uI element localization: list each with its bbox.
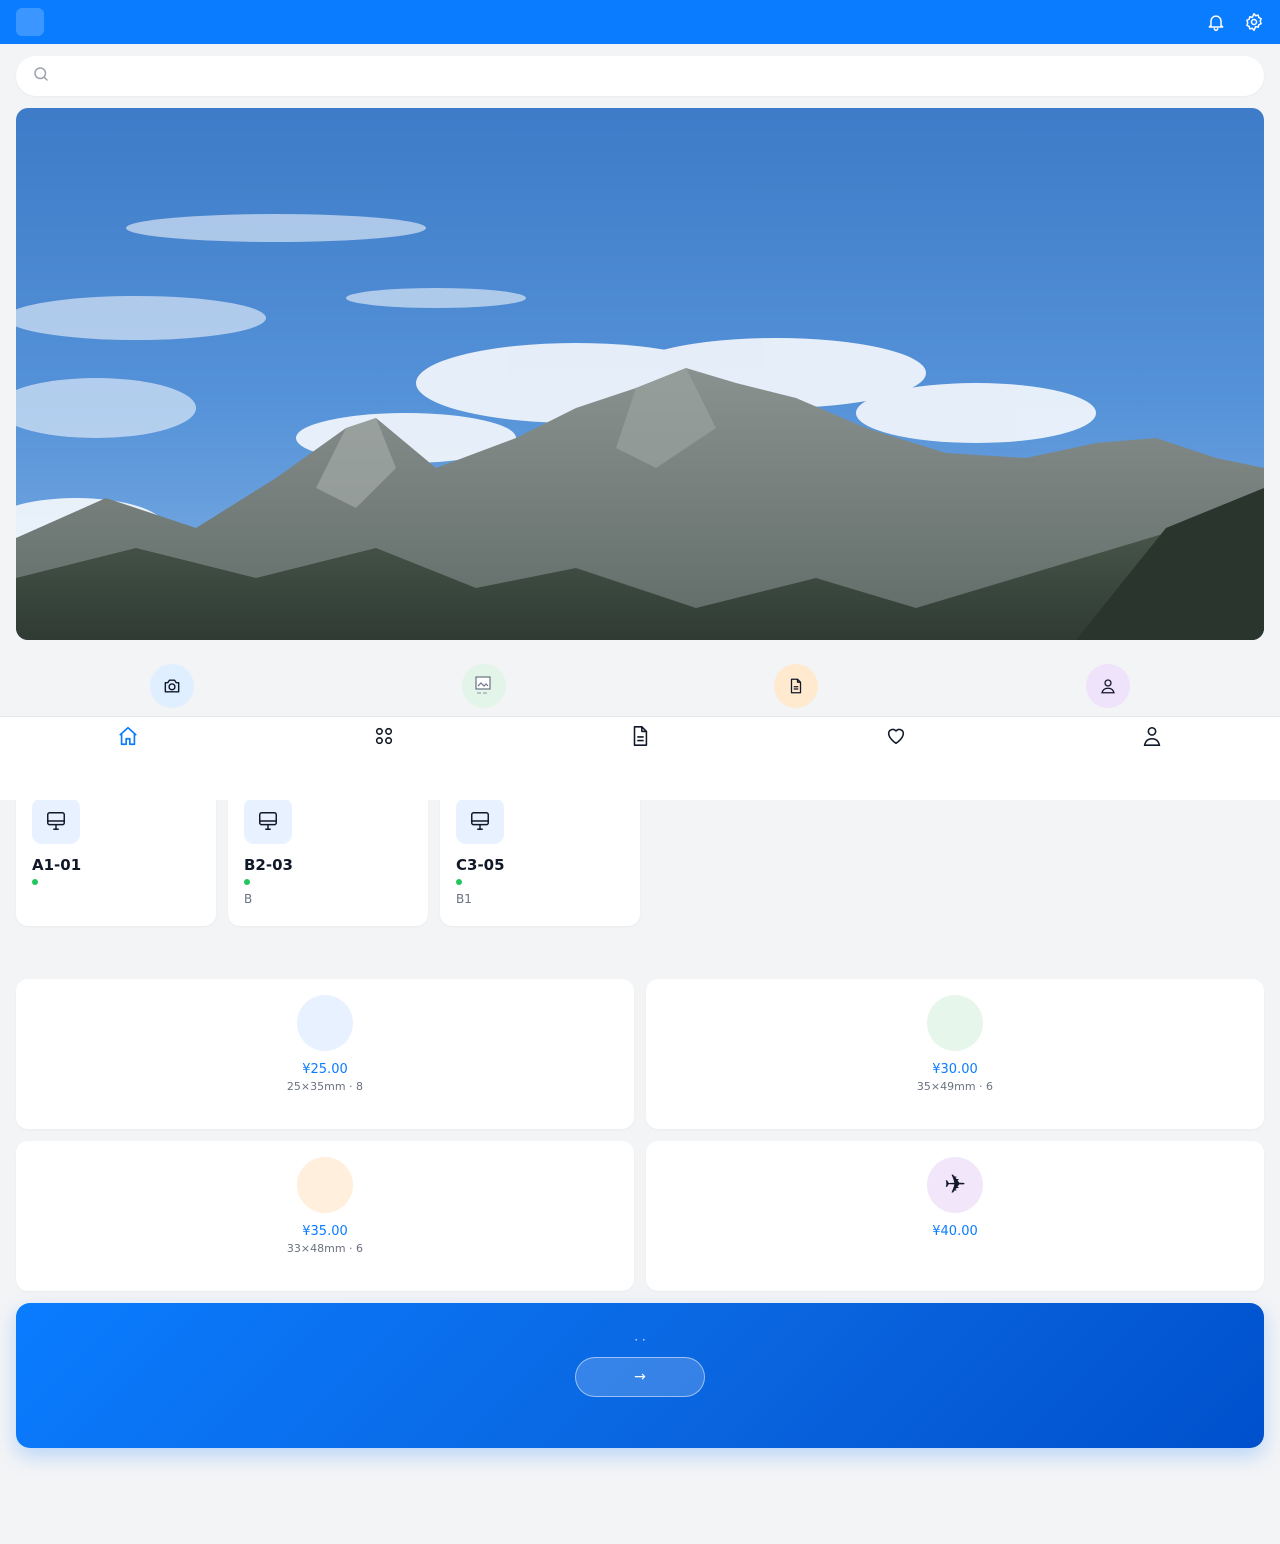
document-icon bbox=[633, 726, 648, 746]
studio-name: A1-01 bbox=[32, 856, 82, 874]
search-input[interactable] bbox=[60, 68, 1240, 84]
studio-name: B2-03 bbox=[244, 856, 293, 874]
bottom-tab-bar bbox=[0, 716, 1280, 800]
promo-banner: · · → bbox=[16, 1303, 1264, 1448]
products-section-header bbox=[16, 948, 1264, 974]
broken-image-icon[interactable] bbox=[462, 664, 506, 708]
gear-icon[interactable] bbox=[1244, 12, 1264, 32]
tab-categories[interactable] bbox=[256, 717, 512, 800]
search-bar bbox=[16, 56, 1264, 96]
product-grid: ¥25.00 25×35mm · 8 ¥30.00 35×49mm · 6 ¥3… bbox=[16, 979, 1264, 1291]
product-card[interactable]: ¥30.00 35×49mm · 6 bbox=[646, 979, 1264, 1129]
status-badge bbox=[456, 879, 624, 885]
airplane-icon: ✈ bbox=[927, 1157, 983, 1213]
monitor-icon bbox=[244, 798, 292, 844]
status-dot bbox=[244, 879, 250, 885]
promo-subtitle: · · bbox=[634, 1333, 646, 1347]
quick-actions bbox=[0, 664, 1280, 708]
product-price: ¥40.00 bbox=[932, 1224, 978, 1239]
topbar-actions bbox=[1206, 12, 1264, 32]
top-app-bar bbox=[0, 0, 1280, 44]
status-dot bbox=[456, 879, 462, 885]
heart-icon bbox=[887, 728, 905, 745]
product-card[interactable]: ¥35.00 33×48mm · 6 bbox=[16, 1141, 634, 1291]
studio-name: C3-05 bbox=[456, 856, 505, 874]
studio-card[interactable]: C3-05 B1 bbox=[440, 780, 640, 926]
product-spec: 25×35mm · 8 bbox=[286, 1080, 364, 1093]
home-icon bbox=[119, 726, 137, 746]
product-card[interactable]: ✈ ¥40.00 bbox=[646, 1141, 1264, 1291]
product-price: ¥30.00 bbox=[932, 1062, 978, 1077]
monitor-icon bbox=[32, 798, 80, 844]
studio-location: B bbox=[244, 892, 253, 906]
grid-icon bbox=[375, 727, 393, 745]
app-logo-icon bbox=[16, 8, 44, 36]
product-icon bbox=[297, 995, 353, 1051]
user-icon[interactable] bbox=[1086, 664, 1130, 708]
mountain-landscape-image bbox=[16, 108, 1264, 640]
document-icon[interactable] bbox=[774, 664, 818, 708]
status-dot bbox=[32, 879, 38, 885]
tab-favorites[interactable] bbox=[768, 717, 1024, 800]
tab-home[interactable] bbox=[0, 717, 256, 800]
studio-location: B1 bbox=[456, 892, 472, 906]
status-badge bbox=[244, 879, 412, 885]
studio-card[interactable]: B2-03 B bbox=[228, 780, 428, 926]
bell-icon[interactable] bbox=[1206, 12, 1226, 32]
product-price: ¥35.00 bbox=[302, 1224, 348, 1239]
product-spec: 33×48mm · 6 bbox=[286, 1242, 364, 1255]
product-spec: 35×49mm · 6 bbox=[916, 1080, 994, 1093]
monitor-icon bbox=[456, 798, 504, 844]
product-icon bbox=[927, 995, 983, 1051]
product-icon bbox=[297, 1157, 353, 1213]
status-badge bbox=[32, 879, 200, 885]
studio-card[interactable]: A1-01 bbox=[16, 780, 216, 926]
hero-banner[interactable] bbox=[16, 108, 1264, 640]
camera-icon[interactable] bbox=[150, 664, 194, 708]
tab-orders[interactable] bbox=[512, 717, 768, 800]
search-icon bbox=[32, 65, 50, 87]
tab-profile[interactable] bbox=[1024, 717, 1280, 800]
user-icon bbox=[1143, 726, 1161, 746]
product-price: ¥25.00 bbox=[302, 1062, 348, 1077]
product-card[interactable]: ¥25.00 25×35mm · 8 bbox=[16, 979, 634, 1129]
studio-list: A1-01 B2-03 B C3-05 B1 bbox=[16, 780, 640, 926]
promo-cta-button[interactable]: → bbox=[575, 1357, 705, 1397]
